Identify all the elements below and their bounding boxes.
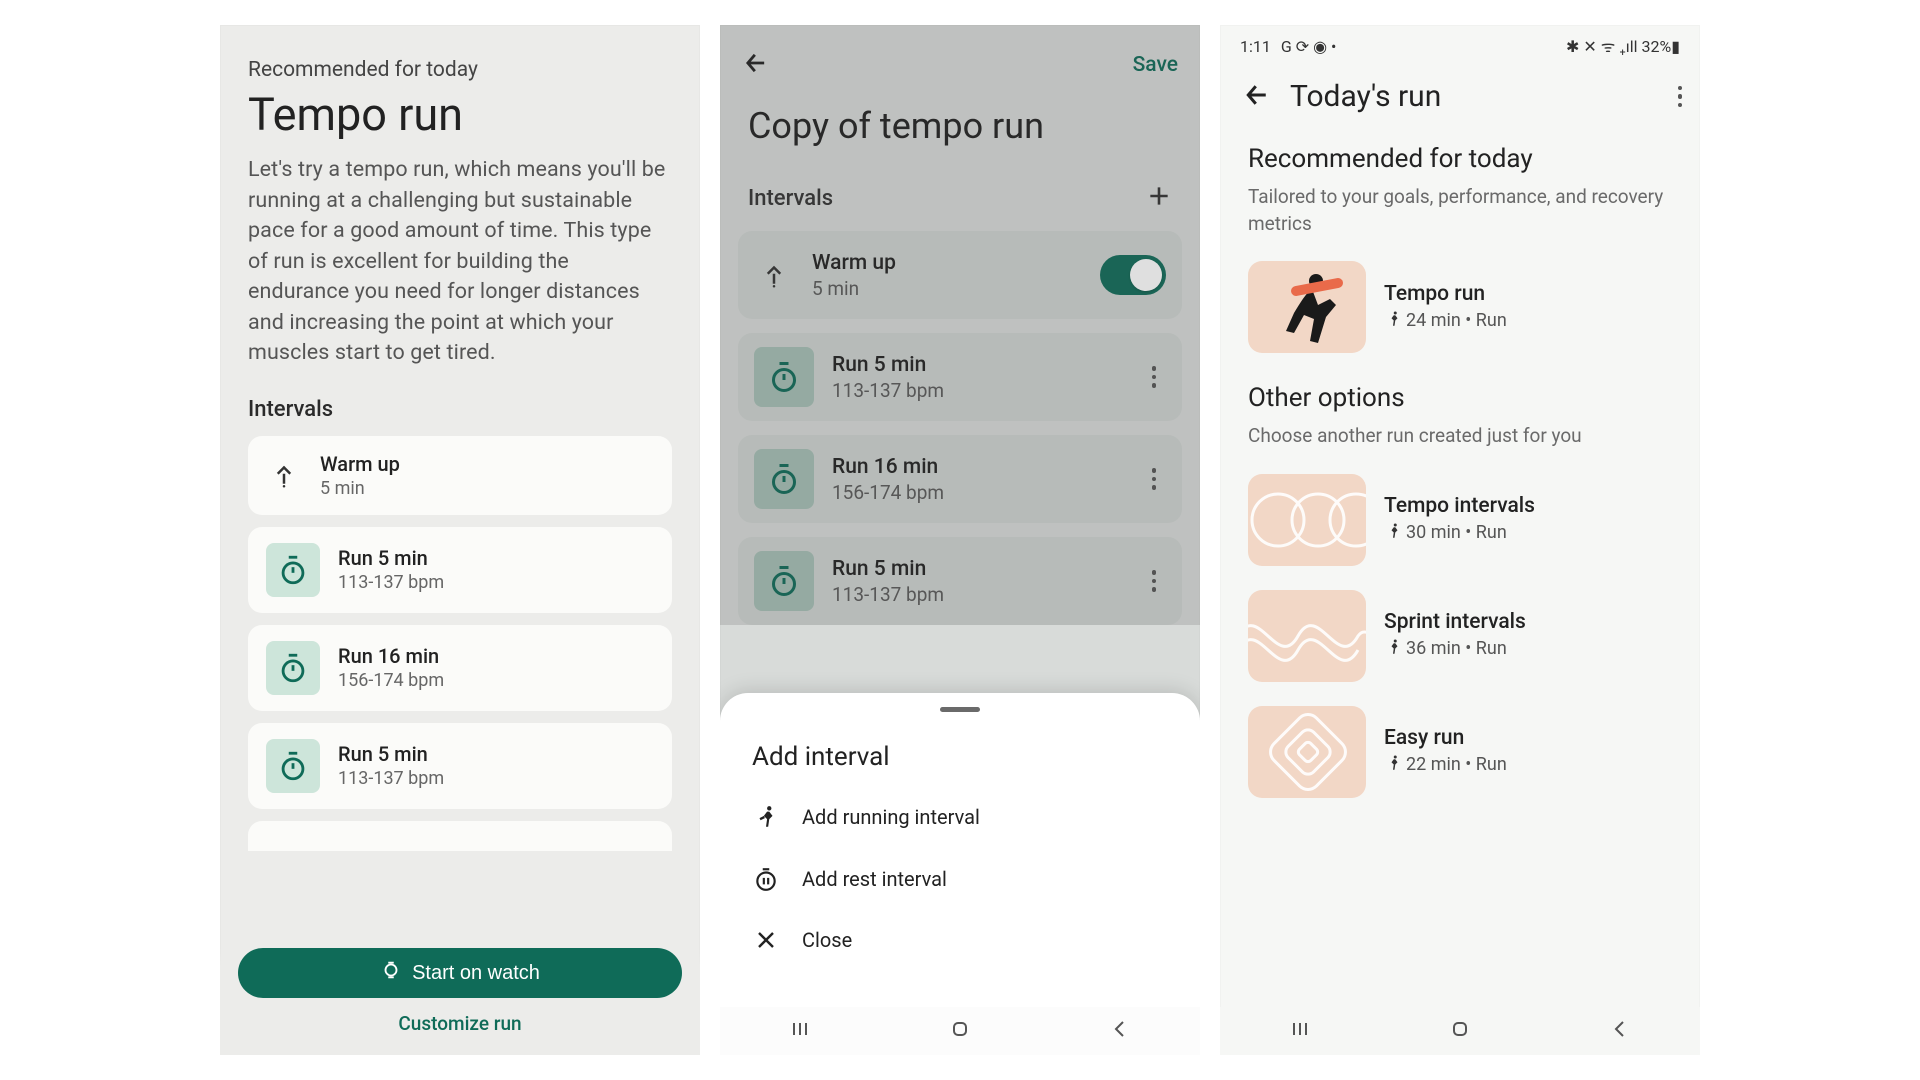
interval-sub: 156-174 bpm <box>338 670 444 691</box>
nav-home-icon[interactable] <box>948 1017 972 1045</box>
page-title: Tempo run <box>248 88 672 141</box>
add-rest-interval-option[interactable]: Add rest interval <box>720 848 1200 910</box>
modal-scrim[interactable] <box>720 25 1200 625</box>
start-button-label: Start on watch <box>412 962 540 985</box>
run-title: Sprint intervals <box>1384 610 1526 634</box>
screen-tempo-run: Recommended for today Tempo run Let's tr… <box>220 25 700 1055</box>
interval-item-warmup[interactable]: Warm up 5 min <box>248 436 672 515</box>
status-bar: 1:11 G ⟳ ◉ • ✱ ✕ ᯤ ₊ıll 32%▮ <box>1220 25 1700 61</box>
android-nav-bar <box>1220 1007 1700 1055</box>
intervals-heading: Intervals <box>248 397 672 422</box>
sheet-item-label: Close <box>802 928 852 952</box>
sheet-item-label: Add running interval <box>802 805 980 829</box>
recommended-label: Recommended for today <box>248 58 672 82</box>
runner-icon <box>752 804 780 830</box>
interval-item-run[interactable]: Run 5 min 113-137 bpm <box>248 723 672 809</box>
run-option-easy-run[interactable]: Easy run 22 min • Run <box>1248 706 1672 798</box>
nav-back-icon[interactable] <box>1108 1017 1132 1045</box>
interval-item-partial <box>248 821 672 851</box>
close-icon <box>752 928 780 952</box>
run-meta: 36 min • Run <box>1384 638 1526 661</box>
status-right: ✱ ✕ ᯤ ₊ıll 32%▮ <box>1566 35 1680 57</box>
add-running-interval-option[interactable]: Add running interval <box>720 786 1200 848</box>
stopwatch-icon <box>266 641 320 695</box>
waves-tile-icon <box>1248 590 1366 682</box>
screen-edit-run: Save Copy of tempo run Intervals Warm up… <box>720 25 1200 1055</box>
pause-stopwatch-icon <box>752 866 780 892</box>
nav-recents-icon[interactable] <box>1288 1017 1312 1045</box>
nav-back-icon[interactable] <box>1608 1017 1632 1045</box>
run-title: Tempo run <box>1384 282 1507 306</box>
runner-tile-icon <box>1248 261 1366 353</box>
customize-run-link[interactable]: Customize run <box>238 1012 682 1035</box>
interval-title: Run 5 min <box>338 546 444 570</box>
start-on-watch-button[interactable]: Start on watch <box>238 948 682 998</box>
stopwatch-icon <box>266 739 320 793</box>
status-time: 1:11 <box>1240 37 1271 56</box>
loops-tile-icon <box>1248 474 1366 566</box>
diamond-tile-icon <box>1248 706 1366 798</box>
watch-icon <box>380 959 402 987</box>
sheet-item-label: Add rest interval <box>802 867 947 891</box>
interval-list: Warm up 5 min Run 5 min 113-137 bpm <box>248 436 672 851</box>
add-interval-sheet: Add interval Add running interval Add re… <box>720 693 1200 1055</box>
run-option-tempo[interactable]: Tempo run 24 min • Run <box>1248 261 1672 353</box>
run-meta: 30 min • Run <box>1384 522 1535 545</box>
nav-home-icon[interactable] <box>1448 1017 1472 1045</box>
interval-sub: 113-137 bpm <box>338 768 444 789</box>
workout-description: Let's try a tempo run, which means you'l… <box>248 155 672 369</box>
back-arrow-icon[interactable] <box>1242 80 1272 114</box>
close-option[interactable]: Close <box>720 910 1200 970</box>
interval-title: Run 16 min <box>338 644 444 668</box>
android-nav-bar <box>720 1007 1200 1055</box>
section-sub: Choose another run created just for you <box>1248 423 1672 450</box>
interval-sub: 5 min <box>320 478 400 499</box>
interval-title: Warm up <box>320 452 400 476</box>
run-meta: 22 min • Run <box>1384 754 1507 777</box>
interval-item-run[interactable]: Run 5 min 113-137 bpm <box>248 527 672 613</box>
page-title: Today's run <box>1290 79 1441 114</box>
interval-title: Run 5 min <box>338 742 444 766</box>
section-heading: Recommended for today <box>1248 144 1672 174</box>
sheet-title: Add interval <box>720 712 1200 786</box>
run-option-sprint-intervals[interactable]: Sprint intervals 36 min • Run <box>1248 590 1672 682</box>
nav-recents-icon[interactable] <box>788 1017 812 1045</box>
status-indicators: G ⟳ ◉ • <box>1281 37 1337 56</box>
run-title: Easy run <box>1384 726 1507 750</box>
screen-todays-run: 1:11 G ⟳ ◉ • ✱ ✕ ᯤ ₊ıll 32%▮ Today's run… <box>1220 25 1700 1055</box>
run-title: Tempo intervals <box>1384 494 1535 518</box>
overflow-menu-button[interactable] <box>1678 86 1683 108</box>
arrow-up-dotted-icon <box>266 457 302 493</box>
interval-sub: 113-137 bpm <box>338 572 444 593</box>
interval-item-run[interactable]: Run 16 min 156-174 bpm <box>248 625 672 711</box>
run-option-tempo-intervals[interactable]: Tempo intervals 30 min • Run <box>1248 474 1672 566</box>
section-heading: Other options <box>1248 383 1672 413</box>
run-meta: 24 min • Run <box>1384 310 1507 333</box>
stopwatch-icon <box>266 543 320 597</box>
section-sub: Tailored to your goals, performance, and… <box>1248 184 1672 237</box>
